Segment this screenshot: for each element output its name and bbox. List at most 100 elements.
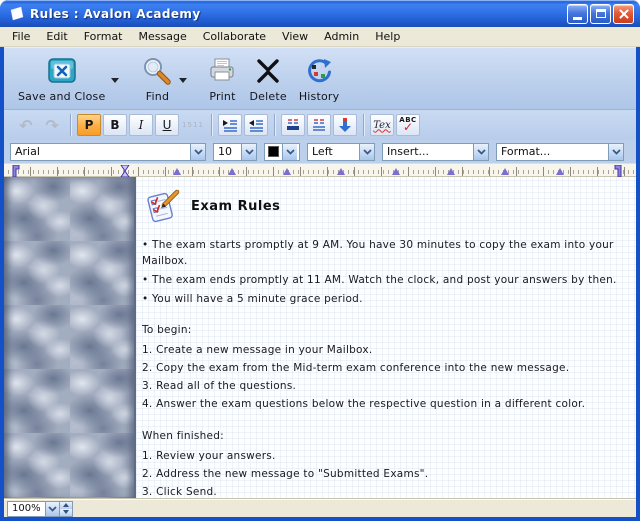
tab-stop-marker[interactable]	[173, 168, 181, 175]
list-item: 2. Address the new message to "Submitted…	[142, 465, 632, 483]
insert-marker-button[interactable]	[333, 114, 357, 136]
message-body[interactable]: Exam Rules • The exam starts promptly at…	[136, 177, 636, 499]
exam-rule-bullet: • The exam starts promptly at 9 AM. You …	[142, 237, 632, 269]
signature-button[interactable]: Tex	[370, 114, 394, 136]
save-dropdown-arrow-icon[interactable]	[111, 78, 119, 83]
tab-stop-marker[interactable]	[337, 168, 345, 175]
indent-decrease-button[interactable]	[244, 114, 268, 136]
document-icon	[8, 6, 25, 22]
menu-collaborate[interactable]: Collaborate	[195, 28, 274, 45]
find-label: Find	[146, 90, 169, 103]
maximize-button[interactable]	[590, 4, 611, 24]
content-area: Exam Rules • The exam starts promptly at…	[4, 177, 636, 499]
combo-arrow-icon[interactable]	[359, 144, 374, 160]
alignment-value: Left	[308, 145, 359, 158]
history-icon	[304, 56, 334, 86]
line-spacing-icon	[285, 118, 301, 132]
font-size-select[interactable]: 10	[213, 143, 257, 161]
close-icon	[619, 9, 629, 19]
fixed-font-button[interactable]: 1511	[181, 114, 205, 136]
zoom-spinner-down-icon[interactable]	[60, 509, 72, 516]
list-item: 2. Copy the exam from the Mid-term exam …	[142, 359, 632, 377]
right-margin-marker[interactable]	[614, 165, 622, 177]
menu-format[interactable]: Format	[76, 28, 131, 45]
line-spacing-button[interactable]	[281, 114, 305, 136]
minimize-button[interactable]	[567, 4, 588, 24]
font-color-select[interactable]	[264, 143, 300, 161]
paragraph-spacing-icon	[311, 118, 327, 132]
exam-rule-bullet: • You will have a 5 minute grace period.	[142, 291, 632, 307]
page-title: Exam Rules	[191, 199, 280, 214]
delete-button[interactable]: Delete	[243, 52, 292, 104]
main-toolbar: Save and Close Find	[4, 47, 636, 109]
zoom-spinner-up-icon[interactable]	[60, 502, 72, 509]
menu-edit[interactable]: Edit	[38, 28, 75, 45]
print-button[interactable]: Print	[201, 52, 243, 104]
history-button[interactable]: History	[293, 52, 346, 104]
spellcheck-button[interactable]: ABC ✓	[396, 114, 420, 136]
insert-select[interactable]: Insert...	[382, 143, 489, 161]
italic-button[interactable]: I	[129, 114, 153, 136]
title-bar[interactable]: Rules : Avalon Academy	[0, 0, 640, 27]
tab-stop-marker[interactable]	[283, 168, 291, 175]
underline-button[interactable]: U	[155, 114, 179, 136]
combo-arrow-icon[interactable]	[190, 144, 205, 160]
fixed-font-label: 1511	[182, 121, 204, 129]
indent-marker[interactable]	[120, 165, 130, 177]
list-item: 3. Read all of the questions.	[142, 377, 632, 395]
maximize-icon	[596, 9, 606, 18]
undo-button[interactable]: ↶	[14, 114, 38, 136]
tab-stop-marker[interactable]	[556, 168, 564, 175]
tab-stop-marker[interactable]	[392, 168, 400, 175]
window-title: Rules : Avalon Academy	[30, 7, 567, 21]
paragraph-style-button[interactable]: P	[77, 114, 101, 136]
menu-file[interactable]: File	[4, 28, 38, 45]
find-button[interactable]: Find	[135, 52, 179, 104]
save-and-close-button[interactable]: Save and Close	[12, 52, 111, 104]
tab-stop-marker[interactable]	[447, 168, 455, 175]
font-family-select[interactable]: Arial	[10, 143, 206, 161]
combo-arrow-icon[interactable]	[608, 144, 623, 160]
paragraph-style-label: P	[85, 118, 94, 132]
menu-admin[interactable]: Admin	[316, 28, 367, 45]
print-label: Print	[209, 90, 235, 103]
signature-icon: Tex	[373, 120, 390, 131]
combo-arrow-icon[interactable]	[282, 144, 297, 160]
zoom-spinner[interactable]	[59, 502, 72, 516]
bold-button[interactable]: B	[103, 114, 127, 136]
exam-rule-bullet: • The exam ends promptly at 11 AM. Watch…	[142, 272, 632, 288]
format-value: Format...	[497, 145, 608, 158]
zoom-dropdown-arrow-icon[interactable]	[45, 502, 59, 516]
menu-view[interactable]: View	[274, 28, 316, 45]
italic-label: I	[139, 118, 144, 132]
font-family-value: Arial	[11, 145, 190, 158]
find-dropdown-arrow-icon[interactable]	[179, 78, 187, 83]
toolbar-separator	[211, 114, 212, 136]
font-row: Arial 10 Left Insert... Format...	[4, 140, 636, 163]
list-item: 1. Create a new message in your Mailbox.	[142, 341, 632, 359]
format-select[interactable]: Format...	[496, 143, 624, 161]
color-swatch	[268, 146, 279, 157]
indent-decrease-icon	[248, 118, 264, 132]
find-icon	[141, 56, 173, 86]
left-margin-marker[interactable]	[12, 165, 20, 177]
section-title: When finished:	[142, 430, 632, 442]
menu-help[interactable]: Help	[367, 28, 408, 45]
exam-rules-icon	[144, 189, 182, 223]
spellcheck-checkmark: ✓	[403, 121, 413, 133]
undo-icon: ↶	[19, 116, 32, 135]
paragraph-spacing-button[interactable]	[307, 114, 331, 136]
minimize-icon	[573, 17, 582, 20]
indent-increase-icon	[222, 118, 238, 132]
zoom-control[interactable]: 100%	[7, 501, 73, 517]
tab-stop-marker[interactable]	[501, 168, 509, 175]
alignment-select[interactable]: Left	[307, 143, 375, 161]
combo-arrow-icon[interactable]	[473, 144, 488, 160]
menu-message[interactable]: Message	[131, 28, 195, 45]
close-button[interactable]	[613, 4, 634, 24]
combo-arrow-icon[interactable]	[241, 144, 256, 160]
ruler[interactable]	[4, 163, 636, 177]
indent-increase-button[interactable]	[218, 114, 242, 136]
tab-stop-marker[interactable]	[228, 168, 236, 175]
redo-button[interactable]: ↷	[40, 114, 64, 136]
